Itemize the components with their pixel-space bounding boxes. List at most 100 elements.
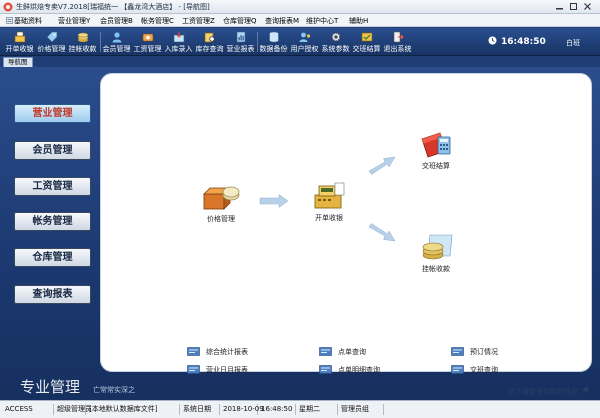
- inventory-search-icon: [204, 32, 216, 43]
- status-database-file: [本地默认数据库文件]: [86, 404, 180, 415]
- clock-time: 16:48:50: [501, 37, 546, 47]
- more-info-link[interactable]: 想了解更多软件的信息: [508, 386, 590, 397]
- report-link-daily-monthly[interactable]: 营业日月报表: [187, 365, 248, 375]
- report-form-icon: [451, 365, 464, 374]
- status-db-type: ACCESS: [2, 404, 54, 415]
- report-link-handover-query[interactable]: 交班查询: [451, 365, 498, 375]
- toolbar-cashier-button[interactable]: 开单收银: [4, 29, 35, 55]
- report-link-summary[interactable]: 综合统计报表: [187, 347, 248, 357]
- tab-strip: 导航图: [0, 57, 600, 67]
- menu-business[interactable]: 营业管理Y: [58, 16, 90, 25]
- toolbar-settings-button[interactable]: 系统参数: [320, 29, 351, 55]
- salary-icon: [142, 33, 153, 42]
- toolbar-credit-button[interactable]: 挂帐收款: [67, 29, 98, 55]
- toolbar-label: 挂帐收款: [68, 45, 97, 53]
- toolbar-salary-button[interactable]: 工资管理: [132, 29, 163, 55]
- navigation-panel: 价格管理 开单收银 交班结算 挂帐收款 综合统计报表 点单查询 预订情况 营业日…: [100, 73, 592, 375]
- handover-icon: [361, 32, 372, 42]
- toolbar: 开单收银 价格管理 挂帐收款 会员管理 工资管理 入库录入 库存查询 营业报表 …: [0, 28, 600, 56]
- report-label: 交班查询: [470, 366, 498, 374]
- menu-basic-data[interactable]: 基础资料: [6, 16, 42, 25]
- toolbar-exit-button[interactable]: 退出系统: [382, 29, 413, 55]
- nav-query-reports[interactable]: 查询报表: [14, 285, 91, 304]
- settings-icon: [330, 32, 341, 42]
- report-link-order-detail[interactable]: 点单明细查询: [319, 365, 380, 375]
- toolbar-label: 营业报表: [226, 45, 255, 53]
- report-form-icon: [187, 365, 200, 374]
- flow-price-management[interactable]: 价格管理: [196, 182, 246, 224]
- list-icon: [6, 17, 13, 24]
- report-label: 综合统计报表: [206, 348, 248, 356]
- toolbar-backup-button[interactable]: 数据备份: [258, 29, 289, 55]
- status-bar: ACCESS 超级管理员 [本地默认数据库文件] 系统日期 2018-10-09…: [0, 400, 600, 418]
- exit-icon: [393, 31, 404, 43]
- toolbar-label: 工资管理: [133, 45, 162, 53]
- menu-salary[interactable]: 工资管理Z: [182, 16, 215, 25]
- toolbar-member-button[interactable]: 会员管理: [101, 29, 132, 55]
- tag-icon: [46, 31, 57, 43]
- app-icon: [3, 2, 13, 12]
- tab-navigation-map[interactable]: 导航图: [3, 57, 33, 67]
- menu-maintenance[interactable]: 维护中心T: [306, 16, 338, 25]
- report-form-icon: [319, 365, 332, 374]
- toolbar-handover-button[interactable]: 交班结算: [351, 29, 382, 55]
- toolbar-label: 入库录入: [164, 45, 193, 53]
- menu-warehouse[interactable]: 仓库管理Q: [223, 16, 257, 25]
- cash-register-icon: [314, 182, 345, 209]
- toolbar-label: 开单收银: [5, 45, 34, 53]
- menu-accounts[interactable]: 帐务管理C: [141, 16, 174, 25]
- nav-salary-management[interactable]: 工资管理: [14, 177, 91, 196]
- nav-accounts-management[interactable]: 帐务管理: [14, 212, 91, 231]
- backup-icon: [268, 31, 279, 43]
- toolbar-user-auth-button[interactable]: 用户授权: [289, 29, 320, 55]
- toolbar-label: 库存查询: [195, 45, 224, 53]
- report-icon: [236, 31, 245, 43]
- report-label: 点单明细查询: [338, 366, 380, 374]
- menu-member[interactable]: 会员管理B: [100, 16, 133, 25]
- nav-business-management[interactable]: 营业管理: [14, 104, 91, 123]
- main-area: 营业管理 会员管理 工资管理 帐务管理 仓库管理 查询报表 价格管理 开单收银 …: [0, 67, 600, 400]
- cashier-icon: [14, 31, 25, 43]
- maximize-icon[interactable]: [568, 2, 579, 11]
- report-link-reservations[interactable]: 预订情况: [451, 347, 498, 357]
- flow-handover-settlement[interactable]: 交班结算: [411, 129, 461, 171]
- nav-member-management[interactable]: 会员管理: [14, 141, 91, 160]
- status-user-group: 管理员组: [338, 404, 384, 415]
- flow-label: 开单收银: [315, 214, 343, 222]
- report-form-icon: [319, 347, 332, 356]
- flow-cashier[interactable]: 开单收银: [304, 181, 354, 223]
- report-link-order-query[interactable]: 点单查询: [319, 347, 366, 357]
- speaker-icon: [583, 386, 590, 393]
- flow-label: 价格管理: [207, 215, 235, 223]
- more-info-label: 想了解更多软件的信息: [508, 388, 578, 396]
- arrow-right-icon: [259, 194, 289, 208]
- toolbar-label: 退出系统: [383, 45, 412, 53]
- close-icon[interactable]: [582, 2, 593, 11]
- brand-text: 专业管理: [20, 378, 81, 396]
- clock-icon: [488, 36, 497, 45]
- report-form-icon: [187, 347, 200, 356]
- user-auth-icon: [299, 32, 310, 42]
- menu-help[interactable]: 辅助H: [349, 16, 368, 25]
- toolbar-label: 用户授权: [290, 45, 319, 53]
- arrow-down-right-icon: [368, 223, 396, 242]
- member-icon: [112, 32, 121, 43]
- clock: 16:48:50: [488, 36, 546, 48]
- toolbar-stock-in-button[interactable]: 入库录入: [163, 29, 194, 55]
- shift-label: 白班: [566, 39, 580, 47]
- title-bar: 生鲜烘焙专卖V7.2018[瑞福统一 【鑫龙湾大酒店】 - [导航图]: [0, 0, 600, 14]
- flow-credit-collection[interactable]: 挂帐收款: [411, 232, 461, 274]
- report-label: 点单查询: [338, 348, 366, 356]
- menu-reports[interactable]: 查询报表M: [265, 16, 299, 25]
- coin-stack-icon: [422, 234, 453, 260]
- flow-label: 挂帐收款: [422, 265, 450, 273]
- report-form-icon: [451, 347, 464, 356]
- toolbar-label: 价格管理: [37, 45, 66, 53]
- minimize-icon[interactable]: [554, 2, 565, 11]
- nav-warehouse-management[interactable]: 仓库管理: [14, 248, 91, 267]
- toolbar-report-button[interactable]: 营业报表: [225, 29, 256, 55]
- status-weekday: 星期二: [296, 404, 338, 415]
- coins-icon: [77, 32, 88, 42]
- toolbar-price-button[interactable]: 价格管理: [36, 29, 67, 55]
- toolbar-inventory-button[interactable]: 库存查询: [194, 29, 225, 55]
